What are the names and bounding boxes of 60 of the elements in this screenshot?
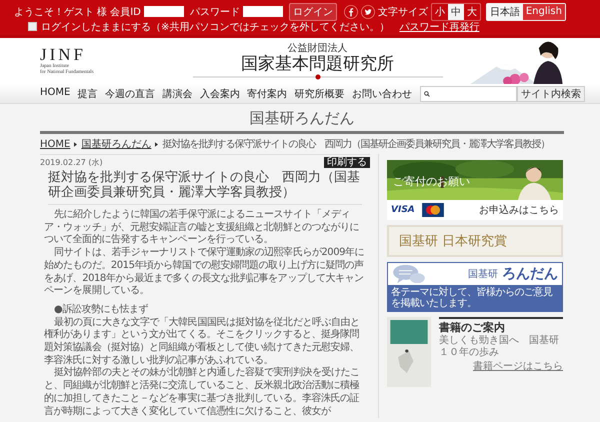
welcome-text: ようこそ！ゲスト 様 <box>14 6 108 18</box>
font-size-button[interactable]: 中 <box>448 4 464 20</box>
search-button[interactable]: サイト内検索 <box>517 86 585 102</box>
language-button[interactable]: English <box>522 4 565 20</box>
password-field[interactable] <box>242 6 283 17</box>
nav-item[interactable]: 入会案内 <box>200 86 240 100</box>
breadcrumb-link[interactable]: 国基研ろんだん <box>81 137 152 151</box>
font-size-label: 文字サイズ <box>378 6 428 18</box>
article-paragraph: 挺対協幹部の夫とその妹が北朝鮮と内通した容疑で実刑判決を受けたこと、同組織が北朝鮮と活発に交流していること、反米親北政治活動に積極的に加担してきたこと－などを事実に基づき批判している。李容洙氏の証言が時期によって大きく変化していて信憑性に欠けること、彼女が <box>44 367 361 418</box>
member-id-label: 会員ID <box>110 6 141 18</box>
breadcrumb-separator-icon <box>155 142 158 146</box>
donation-banner-text: ご寄付のお願い <box>393 174 470 189</box>
remember-checkbox[interactable] <box>28 22 37 31</box>
apply-link[interactable]: お申込みはこちら <box>479 203 559 217</box>
nav-item[interactable]: 研究所概要 <box>294 86 345 100</box>
font-size-button[interactable]: 小 <box>432 4 448 20</box>
article-paragraph: 最初の頁に大きな文字で「大韓民国国民は挺対協を従北だと呼ぶ自由と権利があります」という文が出てくる。そこをクリックすると、挺身隊問題対策協議会（挺対協）と同組織が看板として使い続けてきた元慰安婦、李容洙氏に対する激しい批判の記事があふれている。 <box>44 316 361 366</box>
book-cover-drawing <box>387 317 431 387</box>
article-date: 2019.02.27 (水) <box>40 157 103 168</box>
page-title: 国基研ろんだん <box>40 104 564 134</box>
breadcrumb-link[interactable]: HOME <box>40 138 70 150</box>
login-button[interactable]: ログイン <box>288 2 337 20</box>
visa-logo: VISA <box>391 205 415 215</box>
member-id-field[interactable] <box>144 6 184 17</box>
rondan-title: ろんだん <box>502 265 558 283</box>
nav-item[interactable]: お問い合わせ <box>352 86 412 100</box>
print-button[interactable]: 印刷する <box>324 157 370 168</box>
credit-card-logo-icon <box>420 203 445 217</box>
article-paragraph: 先に紹介したように韓国の若手保守派によるニュースサイト「メディア・ウォッチ」が、元慰安婦証言の嘘と支援組織と北朝鮮とのつながりについて全面的に告発するキャンペーンを行っている。 <box>44 209 360 246</box>
org-type: 公益財団法人 <box>288 42 348 54</box>
section-heading: ●訴訟攻勢にも怯まず <box>53 304 150 316</box>
speech-bubble-icon <box>392 264 426 284</box>
rondan-strip: 各テーマに対して、皆様からのご意見を掲載いたします。 <box>388 285 562 311</box>
logo[interactable]: JINF <box>40 46 130 64</box>
password-reset-link[interactable]: パスワード再発行 <box>399 20 480 34</box>
rondan-banner[interactable]: 国基研 ろんだん 各テーマに対して、皆様からのご意見を掲載いたします。 <box>387 262 563 312</box>
org-name: 国家基本問題研究所 <box>241 54 394 74</box>
nav-item[interactable]: HOME <box>40 86 70 100</box>
award-banner-text: 国基研 日本研究賞 <box>399 233 508 250</box>
books-heading: 書籍のご案内 <box>439 320 506 334</box>
nav-item[interactable]: 寄付案内 <box>247 86 288 100</box>
breadcrumb-current: 挺対協を批判する保守派サイトの良心 西岡力（国基研企画委員兼研究員・麗澤大学客員教授） <box>162 138 550 151</box>
nav-item[interactable]: 講演会 <box>162 86 192 100</box>
font-size-button[interactable]: 大 <box>464 4 480 20</box>
article-title: 挺対協を批判する保守派サイトの良心 西岡力（国基研企画委員兼研究員・麗澤大学客員教授） <box>48 170 362 205</box>
article-paragraph: 同サイトは、若手ジャーナリストで保守運動家の辺熙宰氏らが2009年に始めたものだ。2015年頃から韓国での慰安婦問題の取り上げ方に疑問の声をあげ、2018年から最近まで多くの長文な批判記事をアップして大キャンペーンを展開している。 <box>44 247 366 298</box>
search-field[interactable] <box>420 86 517 102</box>
twitter-icon[interactable] <box>360 4 375 18</box>
donation-banner[interactable]: ご寄付のお願い VISA お申込みはこちら <box>387 160 563 220</box>
books-page-link[interactable]: 書籍ページはこちら <box>439 359 563 373</box>
password-label: パスワード <box>190 6 240 18</box>
remember-label: ログインしたままにする（※共用パソコンではチェックを外してください。） <box>41 20 390 34</box>
language-button[interactable]: 日本語 <box>486 4 523 20</box>
nav-item[interactable]: 今週の直言 <box>105 86 156 100</box>
nav-item[interactable]: 提言 <box>78 86 98 100</box>
rondan-prefix: 国基研 <box>468 268 498 281</box>
breadcrumb-separator-icon <box>74 142 78 146</box>
search-icon <box>424 90 430 96</box>
book-title: 美しくも勁き国へ 国基研１０年の歩み <box>439 335 560 359</box>
facebook-icon[interactable] <box>344 4 358 18</box>
